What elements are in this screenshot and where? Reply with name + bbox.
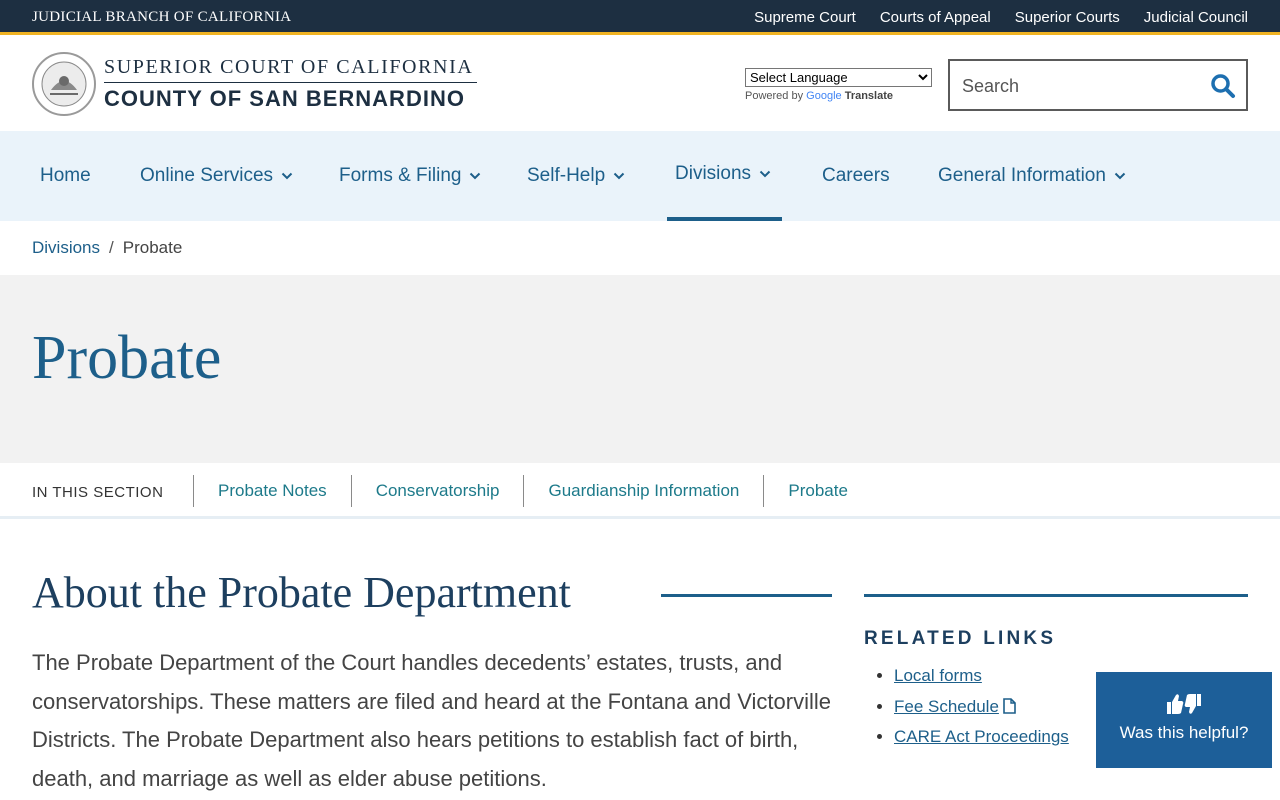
breadcrumb-divisions-link[interactable]: Divisions	[32, 238, 100, 258]
breadcrumb-separator: /	[109, 238, 114, 257]
chevron-down-icon	[1114, 172, 1126, 180]
nav-item-label: General Information	[938, 165, 1106, 186]
court-name[interactable]: SUPERIOR COURT OF CALIFORNIA COUNTY OF S…	[104, 56, 477, 112]
content-heading: About the Probate Department	[32, 568, 571, 617]
language-select[interactable]: Select Language	[745, 68, 932, 87]
translate-label: Translate	[844, 90, 894, 102]
nav-item-divisions[interactable]: Divisions	[667, 131, 782, 221]
nav-item-forms-filing[interactable]: Forms & Filing	[339, 131, 481, 221]
nav-item-label: Divisions	[675, 163, 752, 184]
related-link-fee-schedule[interactable]: Fee Schedule	[894, 697, 999, 716]
page-title: Probate	[32, 324, 222, 392]
powered-by-google: Powered by Google Translate	[745, 90, 932, 102]
search-input[interactable]	[962, 73, 1202, 99]
heading-divider	[661, 594, 832, 597]
section-nav-links: Probate Notes Conservatorship Guardiansh…	[193, 475, 872, 507]
judicial-branch-link[interactable]: JUDICIAL BRANCH OF CALIFORNIA	[32, 9, 291, 26]
site-header: SUPERIOR COURT OF CALIFORNIA COUNTY OF S…	[0, 38, 1280, 131]
section-link-probate[interactable]: Probate	[763, 475, 872, 507]
nav-item-general-information[interactable]: General Information	[938, 131, 1126, 221]
utility-links: Supreme Court Courts of Appeal Superior …	[754, 9, 1248, 26]
feedback-label: Was this helpful?	[1119, 723, 1249, 742]
court-name-line1: SUPERIOR COURT OF CALIFORNIA	[104, 56, 474, 78]
content-paragraph: The Probate Department of the Court hand…	[32, 650, 831, 791]
chevron-down-icon	[613, 172, 625, 180]
court-name-divider	[104, 82, 477, 83]
document-icon	[1003, 697, 1016, 714]
chevron-down-icon	[759, 170, 771, 178]
court-seal-logo[interactable]	[32, 52, 96, 116]
court-name-line2: COUNTY OF SAN BERNARDINO	[104, 86, 465, 111]
search-box	[948, 59, 1248, 111]
superior-courts-link[interactable]: Superior Courts	[1015, 9, 1120, 26]
section-navigation: IN THIS SECTION Probate Notes Conservato…	[0, 463, 1280, 519]
page-hero: Probate	[0, 275, 1280, 463]
nav-item-label: Forms & Filing	[339, 165, 462, 186]
nav-item-self-help[interactable]: Self-Help	[527, 131, 625, 221]
related-links-heading: RELATED LINKS	[864, 628, 1057, 649]
breadcrumb-current: Probate	[122, 238, 183, 257]
related-links-list: Local forms Fee Schedule CARE Act Procee…	[894, 666, 1069, 758]
judicial-council-link[interactable]: Judicial Council	[1144, 9, 1248, 26]
feedback-button[interactable]: Was this helpful?	[1096, 672, 1272, 768]
search-icon[interactable]	[1210, 73, 1236, 99]
nav-item-label: Careers	[822, 165, 890, 186]
nav-item-label: Online Services	[140, 165, 274, 186]
list-item: Fee Schedule	[894, 697, 1069, 728]
related-link-local-forms[interactable]: Local forms	[894, 666, 982, 685]
related-link-care-act[interactable]: CARE Act Proceedings	[894, 727, 1069, 746]
list-item: CARE Act Proceedings	[894, 727, 1069, 758]
nav-item-label: Home	[40, 165, 91, 186]
chevron-down-icon	[281, 172, 293, 180]
powered-by-text: Powered by	[745, 90, 804, 102]
nav-item-label: Self-Help	[527, 165, 606, 186]
nav-item-careers[interactable]: Careers	[822, 131, 890, 221]
google-translate-widget: Select Language Powered by Google Transl…	[745, 68, 932, 102]
sidebar-divider	[864, 594, 1248, 597]
section-link-guardianship[interactable]: Guardianship Information	[523, 475, 763, 507]
chevron-down-icon	[470, 172, 481, 180]
nav-item-home[interactable]: Home	[40, 131, 91, 221]
supreme-court-link[interactable]: Supreme Court	[754, 9, 856, 26]
utility-bar: JUDICIAL BRANCH OF CALIFORNIA Supreme Co…	[0, 0, 1280, 35]
section-link-conservatorship[interactable]: Conservatorship	[350, 475, 524, 507]
courts-of-appeal-link[interactable]: Courts of Appeal	[880, 9, 991, 26]
section-link-probate-notes[interactable]: Probate Notes	[193, 475, 351, 507]
google-logo-text[interactable]: Google	[806, 90, 841, 102]
list-item: Local forms	[894, 666, 1069, 697]
section-nav-label: IN THIS SECTION	[32, 484, 164, 501]
breadcrumb: Divisions / Probate	[32, 238, 182, 258]
main-navigation: Home Online Services Forms & Filing Self…	[0, 131, 1280, 221]
nav-item-online-services[interactable]: Online Services	[140, 131, 293, 221]
thumbs-up-down-icon	[1167, 694, 1201, 714]
